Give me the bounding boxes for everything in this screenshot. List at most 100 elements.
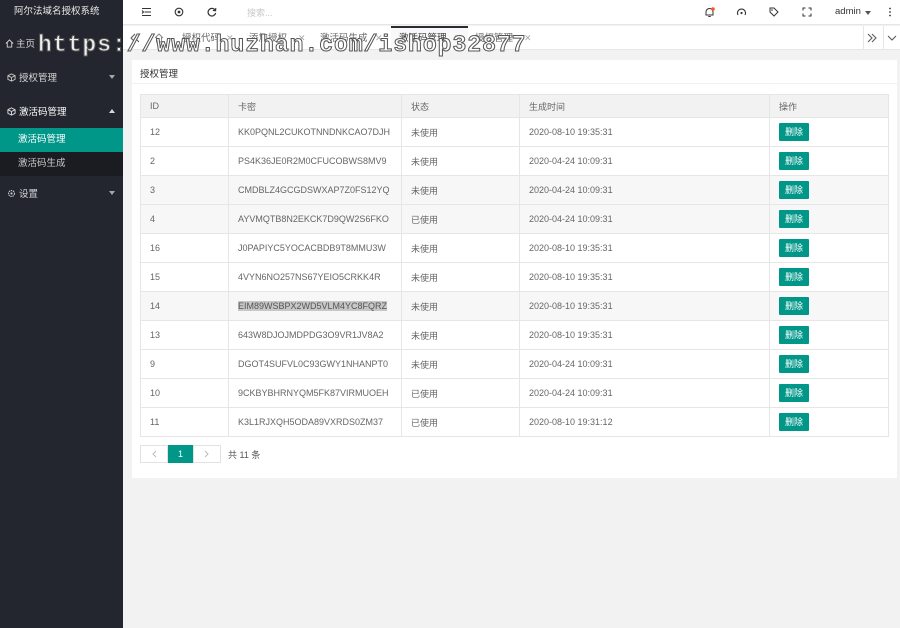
user-menu[interactable]: admin [835, 6, 861, 17]
close-icon[interactable]: ✕ [298, 26, 306, 50]
delete-button[interactable]: 删除 [779, 123, 810, 141]
delete-button[interactable]: 删除 [779, 297, 810, 315]
table-row: 15 4VYN6NO257NS67YEIO5CRKK4R 未使用 2020-08… [140, 262, 889, 292]
cell-time: 2020-08-10 19:35:31 [519, 117, 770, 147]
sidebar-item-home[interactable]: 主页 [5, 36, 35, 50]
cell-id: 13 [140, 320, 229, 350]
delete-button[interactable]: 删除 [779, 239, 810, 257]
home-tab-icon[interactable] [153, 32, 165, 44]
cell-kami: EIM89WSBPX2WD5VLM4YC8FQRZ [228, 291, 402, 321]
chevron-down-icon [865, 11, 871, 15]
page-next-button[interactable] [193, 445, 221, 463]
cell-action: 删除 [769, 233, 889, 263]
sidebar-item-settings[interactable]: 设置 [0, 176, 123, 210]
tab-add-auth[interactable]: 添加授权 [249, 26, 287, 50]
cell-time: 2020-08-10 19:35:31 [519, 320, 770, 350]
close-icon[interactable]: ✕ [226, 26, 234, 50]
cell-status: 未使用 [401, 175, 520, 205]
sidebar-item-code-manage[interactable]: 激活码管理 [0, 94, 123, 128]
divider [883, 26, 884, 50]
cell-status: 已使用 [401, 378, 520, 408]
notification-icon[interactable] [703, 6, 715, 18]
top-header: 搜索... admin [123, 0, 900, 25]
table-row: 10 9CKBYBHRNYQM5FK87VIRMUOEH 已使用 2020-04… [140, 378, 889, 408]
cell-status: 未使用 [401, 320, 520, 350]
website-icon[interactable] [173, 6, 185, 18]
fullscreen-icon[interactable] [801, 6, 813, 18]
tabs-next-icon[interactable] [866, 32, 878, 44]
pagination: 1 共 11 条 [140, 445, 260, 463]
cell-status: 已使用 [401, 204, 520, 234]
cell-id: 9 [140, 349, 229, 379]
gear-icon [5, 187, 17, 199]
refresh-icon[interactable] [206, 6, 218, 18]
delete-button[interactable]: 删除 [779, 355, 810, 373]
delete-button[interactable]: 删除 [779, 326, 810, 344]
page-title: 授权管理 [140, 69, 179, 80]
column-header-kami[interactable]: 卡密 [228, 94, 402, 118]
cell-time: 2020-08-10 19:35:31 [519, 291, 770, 321]
tab-auth-manage[interactable]: 授权管理 [475, 26, 513, 50]
divider [863, 26, 864, 50]
sidebar-item-auth-manage[interactable]: 授权管理 [0, 60, 123, 94]
table-row: 11 K3L1RJXQH5ODA89VXRDS0ZM37 已使用 2020-08… [140, 407, 889, 437]
cell-id: 16 [140, 233, 229, 263]
cell-id: 3 [140, 175, 229, 205]
page-total: 共 11 条 [228, 449, 261, 460]
delete-button[interactable]: 删除 [779, 181, 810, 199]
tab-auth-code[interactable]: 授权代码 [182, 26, 220, 50]
cell-time: 2020-04-24 10:09:31 [519, 175, 770, 205]
table-row: 14 EIM89WSBPX2WD5VLM4YC8FQRZ 未使用 2020-08… [140, 291, 889, 321]
sidebar-submenu: 激活码管理 激活码生成 [0, 128, 123, 176]
table-row: 2 PS4K36JE0R2M0CFUCOBWS8MV9 未使用 2020-04-… [140, 146, 889, 176]
close-icon[interactable]: ✕ [375, 26, 383, 50]
sidebar-subitem-code-generate[interactable]: 激活码生成 [0, 152, 123, 176]
column-header-action: 操作 [769, 94, 889, 118]
menu-toggle-icon[interactable] [140, 6, 152, 18]
cell-time: 2020-08-10 19:35:31 [519, 233, 770, 263]
search-input[interactable]: 搜索... [247, 6, 273, 19]
sidebar-subitem-code-manage[interactable]: 激活码管理 [0, 128, 123, 152]
table-row: 9 DGOT4SUFVL0C93GWY1NHANPT0 未使用 2020-04-… [140, 349, 889, 379]
table-row: 13 643W8DJOJMDPDG3O9VR1JV8A2 未使用 2020-08… [140, 320, 889, 350]
cell-kami: KK0PQNL2CUKOTNNDNKCAO7DJH [228, 117, 402, 147]
cell-kami: CMDBLZ4GCGDSWXAP7Z0FS12YQ [228, 175, 402, 205]
cell-time: 2020-04-24 10:09:31 [519, 204, 770, 234]
cell-status: 未使用 [401, 233, 520, 263]
tag-icon[interactable] [768, 6, 780, 18]
cell-status: 未使用 [401, 117, 520, 147]
close-icon[interactable]: ✕ [454, 26, 462, 50]
delete-button[interactable]: 删除 [779, 384, 810, 402]
cell-time: 2020-08-10 19:31:12 [519, 407, 770, 437]
cell-action: 删除 [769, 262, 889, 292]
cell-id: 12 [140, 117, 229, 147]
page-prev-button[interactable] [140, 445, 168, 463]
more-vertical-icon[interactable] [884, 6, 896, 18]
delete-button[interactable]: 删除 [779, 210, 810, 228]
tab-code-generate[interactable]: 激活码生成 [320, 26, 368, 50]
cell-id: 11 [140, 407, 229, 437]
cell-action: 删除 [769, 378, 889, 408]
table-row: 16 J0PAPIYC5YOCACBDB9T8MMU3W 未使用 2020-08… [140, 233, 889, 263]
sidebar: 阿尔法域名授权系统 授权管理 激活码管理 激活码管理 激活码生成 设置 [0, 0, 123, 628]
table-row: 3 CMDBLZ4GCGDSWXAP7Z0FS12YQ 未使用 2020-04-… [140, 175, 889, 205]
tabs-menu-icon[interactable] [886, 32, 898, 44]
delete-button[interactable]: 删除 [779, 152, 810, 170]
chevron-up-icon [109, 109, 115, 113]
cell-id: 2 [140, 146, 229, 176]
cube-icon [5, 71, 17, 83]
cell-action: 删除 [769, 204, 889, 234]
column-header-status[interactable]: 状态 [401, 94, 520, 118]
theme-icon[interactable] [735, 6, 747, 18]
close-icon[interactable]: ✕ [524, 26, 532, 50]
column-header-time[interactable]: 生成时间 [519, 94, 770, 118]
column-header-id[interactable]: ID [140, 94, 229, 118]
cell-action: 删除 [769, 349, 889, 379]
tabs-prev-icon[interactable] [129, 32, 141, 44]
cell-action: 删除 [769, 320, 889, 350]
tab-bar: 授权代码 ✕ 添加授权 ✕ 激活码生成 ✕ 激活码管理 ✕ 授权管理 ✕ [123, 26, 900, 50]
cell-time: 2020-04-24 10:09:31 [519, 378, 770, 408]
delete-button[interactable]: 删除 [779, 268, 810, 286]
page-current[interactable]: 1 [168, 445, 193, 463]
delete-button[interactable]: 删除 [779, 413, 810, 431]
